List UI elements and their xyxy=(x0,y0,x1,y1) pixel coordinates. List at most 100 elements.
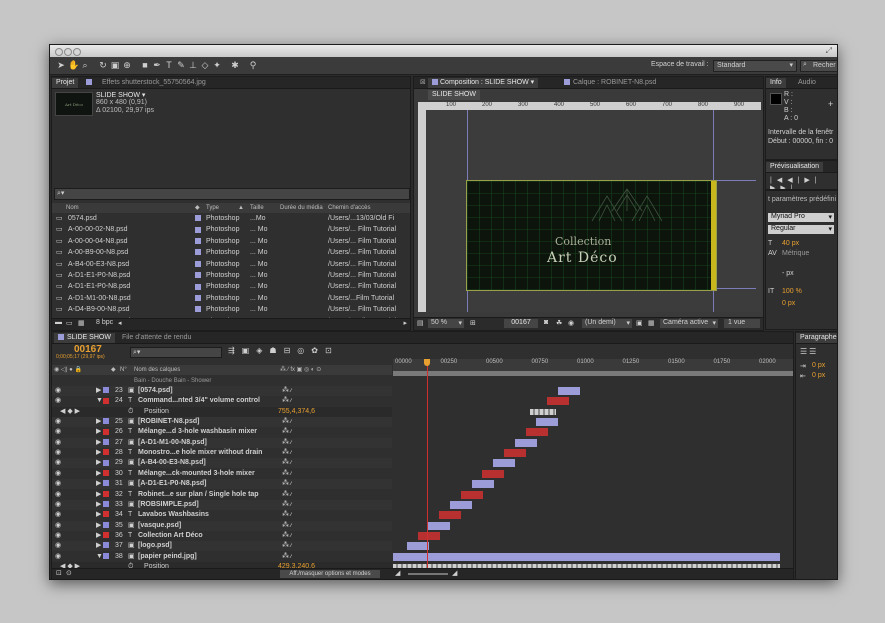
comp-timecode[interactable]: 00167 xyxy=(504,319,538,328)
project-item[interactable]: ▭ A-B4-00-E3-N8.psd Photoshop ... Mo/Users/… xyxy=(52,260,410,270)
label-swatch[interactable] xyxy=(195,282,203,292)
minimize-window-button[interactable] xyxy=(64,48,72,56)
layer-label-swatch[interactable] xyxy=(103,469,109,479)
comp-mini-flowchart-icon[interactable]: ⇶ xyxy=(228,346,242,355)
expand-triangle-icon[interactable]: ▼ xyxy=(96,552,103,562)
transfer-controls-icon[interactable]: ⊙ xyxy=(66,569,72,577)
layer-name[interactable]: Mélange...d 3-hole washbasin mixer xyxy=(138,427,278,437)
expand-triangle-icon[interactable]: ▼ xyxy=(96,396,103,406)
eye-icon[interactable]: ◉ xyxy=(55,396,61,406)
new-comp-icon[interactable]: ▦ xyxy=(78,319,85,327)
label-swatch[interactable] xyxy=(195,237,203,247)
draft-3d-icon[interactable]: ◈ xyxy=(256,346,269,355)
zoom-in-time-icon[interactable]: ◢ xyxy=(452,569,457,577)
font-family-select[interactable]: Myriad Pro ▾ xyxy=(768,213,834,222)
roto-tool-icon[interactable]: ✦ xyxy=(212,60,222,70)
col-duration[interactable]: Durée du média xyxy=(280,203,323,213)
tab-composition[interactable]: Composition : SLIDE SHOW ▾ xyxy=(428,78,539,88)
grid-icon[interactable]: ▤ xyxy=(417,319,424,327)
eye-icon[interactable]: ◉ xyxy=(55,386,61,396)
layer-name[interactable]: [ROBSIMPLE.psd] xyxy=(138,500,278,510)
expand-triangle-icon[interactable]: ▶ xyxy=(96,510,101,520)
scroll-right-icon[interactable]: ▸ xyxy=(403,319,407,327)
stopwatch-icon[interactable]: ⏱ xyxy=(128,407,133,417)
layer-switches[interactable]: ⁂ ⁄ xyxy=(282,417,292,427)
workspace-select[interactable]: Standard ▾ xyxy=(713,60,797,72)
toggle-switches-modes-button[interactable]: Aff./masquer options et modes xyxy=(280,570,380,578)
eye-icon[interactable]: ◉ xyxy=(55,469,61,479)
resolution-select[interactable]: (Un demi) ▾ xyxy=(582,319,632,328)
property-row[interactable]: ◀ ◆ ▶ ⏱ Position 755,4,374,6 xyxy=(52,406,392,417)
layer-row[interactable]: ◉ ▶ 29 ▣ [A-B4-00-E3-N8.psd] ⁂ ⁄ xyxy=(52,458,392,469)
eye-icon[interactable]: ◉ xyxy=(55,500,61,510)
motion-blur-icon[interactable]: ◎ xyxy=(297,346,311,355)
layer-name[interactable]: [0574.psd] xyxy=(138,386,278,396)
keyframe-nav-icon[interactable]: ◀ ◆ ▶ xyxy=(60,407,80,417)
col-number[interactable]: N° xyxy=(120,365,127,375)
space-before-value[interactable]: 0 px xyxy=(812,372,825,379)
label-swatch[interactable] xyxy=(195,305,203,315)
layer-duration-bar[interactable] xyxy=(493,459,516,468)
layer-row[interactable]: ◉ ▶ 23 ▣ [0574.psd] ⁂ ⁄ xyxy=(52,386,392,396)
label-swatch[interactable] xyxy=(195,248,203,258)
layer-duration-bar[interactable] xyxy=(471,480,494,489)
hand-tool-icon[interactable]: ✋ xyxy=(68,60,79,70)
layer-row[interactable]: ◉ ▼ 38 ▣ [papier peind.jpg] ⁂ ⁄ xyxy=(52,551,392,562)
eye-icon[interactable]: ◉ xyxy=(55,552,61,562)
layer-switches[interactable]: ⁂ ⁄ xyxy=(282,521,292,531)
comp-viewer[interactable]: Collection Art Déco xyxy=(426,110,761,312)
expand-triangle-icon[interactable]: ▶ xyxy=(96,469,101,479)
snapshot-icon[interactable]: ◙ xyxy=(544,319,548,326)
expand-triangle-icon[interactable]: ▶ xyxy=(96,427,101,437)
layer-duration-bar[interactable] xyxy=(428,521,451,530)
layer-switches-icon[interactable]: ⊡ xyxy=(56,569,62,577)
layer-label-swatch[interactable] xyxy=(103,500,109,510)
layer-duration-bar[interactable] xyxy=(393,552,780,561)
snap-tool-icon[interactable]: ⚲ xyxy=(248,60,258,70)
layer-name[interactable]: [A-B4-00-E3-N8.psd] xyxy=(138,458,278,468)
pan-behind-tool-icon[interactable]: ⊕ xyxy=(122,60,132,70)
layer-label-swatch[interactable] xyxy=(103,541,109,551)
transparency-grid-icon[interactable]: ▦ xyxy=(648,319,655,327)
layer-duration-bar[interactable] xyxy=(504,449,526,458)
layer-name[interactable]: [ROBINET-N8.psd] xyxy=(138,417,278,427)
layer-row[interactable]: ◉ ▶ 32 T Robinet...e sur plan / Single hole … xyxy=(52,489,392,500)
eye-icon[interactable]: ◉ xyxy=(55,458,61,468)
layer-row[interactable]: ◉ ▶ 36 T Collection Art Déco ⁂ ⁄ xyxy=(52,530,392,541)
font-size-value[interactable]: 40 px xyxy=(782,240,799,247)
layer-name[interactable]: Monostro...e hole mixer without drain xyxy=(138,448,278,458)
layer-duration-bar[interactable] xyxy=(450,500,472,509)
color-channel-icon[interactable]: ◉ xyxy=(568,319,574,327)
layer-name[interactable]: [A-D1-M1-00-N8.psd] xyxy=(138,438,278,448)
region-of-interest-icon[interactable]: ▣ xyxy=(636,319,643,327)
layer-label-swatch[interactable] xyxy=(103,448,109,458)
font-style-select[interactable]: Regular ▾ xyxy=(768,225,834,234)
expand-triangle-icon[interactable]: ▶ xyxy=(96,458,101,468)
tab-audio[interactable]: Audio xyxy=(794,78,820,88)
layer-duration-bar[interactable] xyxy=(460,490,483,499)
keyframe-strip[interactable] xyxy=(530,408,556,415)
layer-row[interactable]: ◉ ▶ 33 ▣ [ROBSIMPLE.psd] ⁂ ⁄ xyxy=(52,499,392,510)
project-item[interactable]: ▭ A-00-00-02-N8.psd Photoshop ... Mo/Users/… xyxy=(52,225,410,235)
layer-duration-bar[interactable] xyxy=(439,511,462,520)
project-item[interactable]: ▭ A-D4-B9-00-N8.psd Photoshop ... Mo/Users/… xyxy=(52,305,410,315)
layer-name[interactable]: Robinet...e sur plan / Single hole tap xyxy=(138,490,278,500)
layer-switches[interactable]: ⁂ ⁄ xyxy=(282,469,292,479)
layer-row[interactable]: ◉ ▶ 30 T Mélange...ck-mounted 3-hole mixer ⁂ … xyxy=(52,468,392,479)
layer-name[interactable]: [vasque.psd] xyxy=(138,521,278,531)
eye-icon[interactable]: ◉ xyxy=(55,417,61,427)
align-left-icon[interactable]: ☰ xyxy=(800,347,809,356)
prev-frame-icon[interactable]: ◀| xyxy=(787,177,804,184)
label-swatch[interactable] xyxy=(195,271,203,281)
playhead-handle[interactable] xyxy=(424,359,430,366)
time-ruler[interactable]: 00000 00250 00500 00750 01000 01250 01500 01750… xyxy=(393,359,793,371)
layer-label-swatch[interactable] xyxy=(103,510,109,520)
layer-label-swatch[interactable] xyxy=(103,479,109,489)
camera-select[interactable]: Caméra active ▾ xyxy=(660,319,718,328)
first-frame-icon[interactable]: |◀ xyxy=(770,177,787,184)
zoom-out-time-icon[interactable]: ◢ xyxy=(395,569,400,577)
layer-label-swatch[interactable] xyxy=(103,417,109,427)
layer-switches[interactable]: ⁂ ⁄ xyxy=(282,490,292,500)
brainstorm-icon[interactable]: ✿ xyxy=(311,346,325,355)
eye-icon[interactable]: ◉ xyxy=(55,510,61,520)
